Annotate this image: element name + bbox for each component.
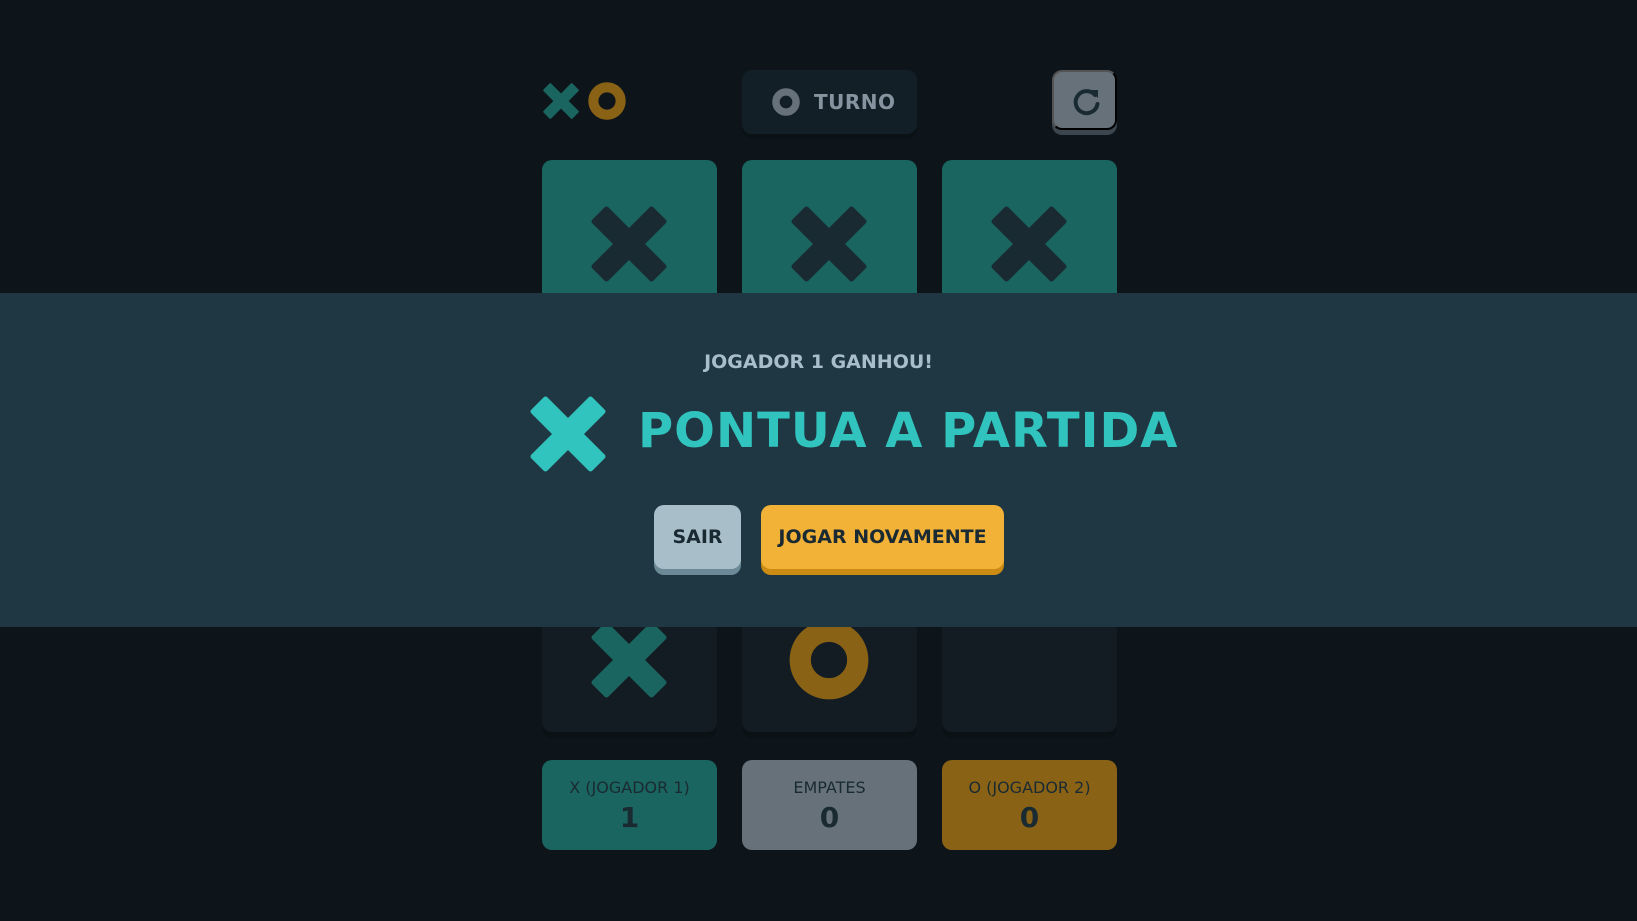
restart-button[interactable] — [1052, 70, 1117, 130]
score-x-label: X (JOGADOR 1) — [569, 778, 690, 797]
game-logo — [542, 82, 627, 122]
turn-label: TURNO — [814, 90, 896, 114]
score-ties-value: 0 — [819, 801, 840, 834]
play-again-button[interactable]: JOGAR NOVAMENTE — [761, 505, 1004, 569]
o-mark-icon — [772, 88, 800, 116]
quit-button[interactable]: SAIR — [654, 505, 741, 569]
result-subtitle: JOGADOR 1 GANHOU! — [704, 351, 933, 373]
x-mark-icon — [543, 83, 579, 119]
score-x-value: 1 — [619, 801, 640, 834]
o-mark-icon — [588, 82, 626, 120]
x-mark-icon — [991, 206, 1067, 282]
score-o-value: 0 — [1019, 801, 1040, 834]
o-mark-icon — [789, 620, 869, 700]
result-modal: JOGADOR 1 GANHOU! PONTUA A PARTIDA SAIR … — [0, 293, 1637, 627]
x-mark-icon — [591, 622, 667, 698]
score-ties-label: EMPATES — [793, 778, 866, 797]
score-o: O (JOGADOR 2) 0 — [942, 760, 1117, 850]
restart-icon — [1073, 89, 1100, 116]
x-mark-icon — [530, 396, 606, 472]
score-ties: EMPATES 0 — [742, 760, 917, 850]
turn-indicator: TURNO — [742, 70, 917, 134]
x-mark-icon — [791, 206, 867, 282]
score-x: X (JOGADOR 1) 1 — [542, 760, 717, 850]
x-mark-icon — [591, 206, 667, 282]
result-title: PONTUA A PARTIDA — [638, 403, 1179, 459]
score-o-label: O (JOGADOR 2) — [968, 778, 1091, 797]
